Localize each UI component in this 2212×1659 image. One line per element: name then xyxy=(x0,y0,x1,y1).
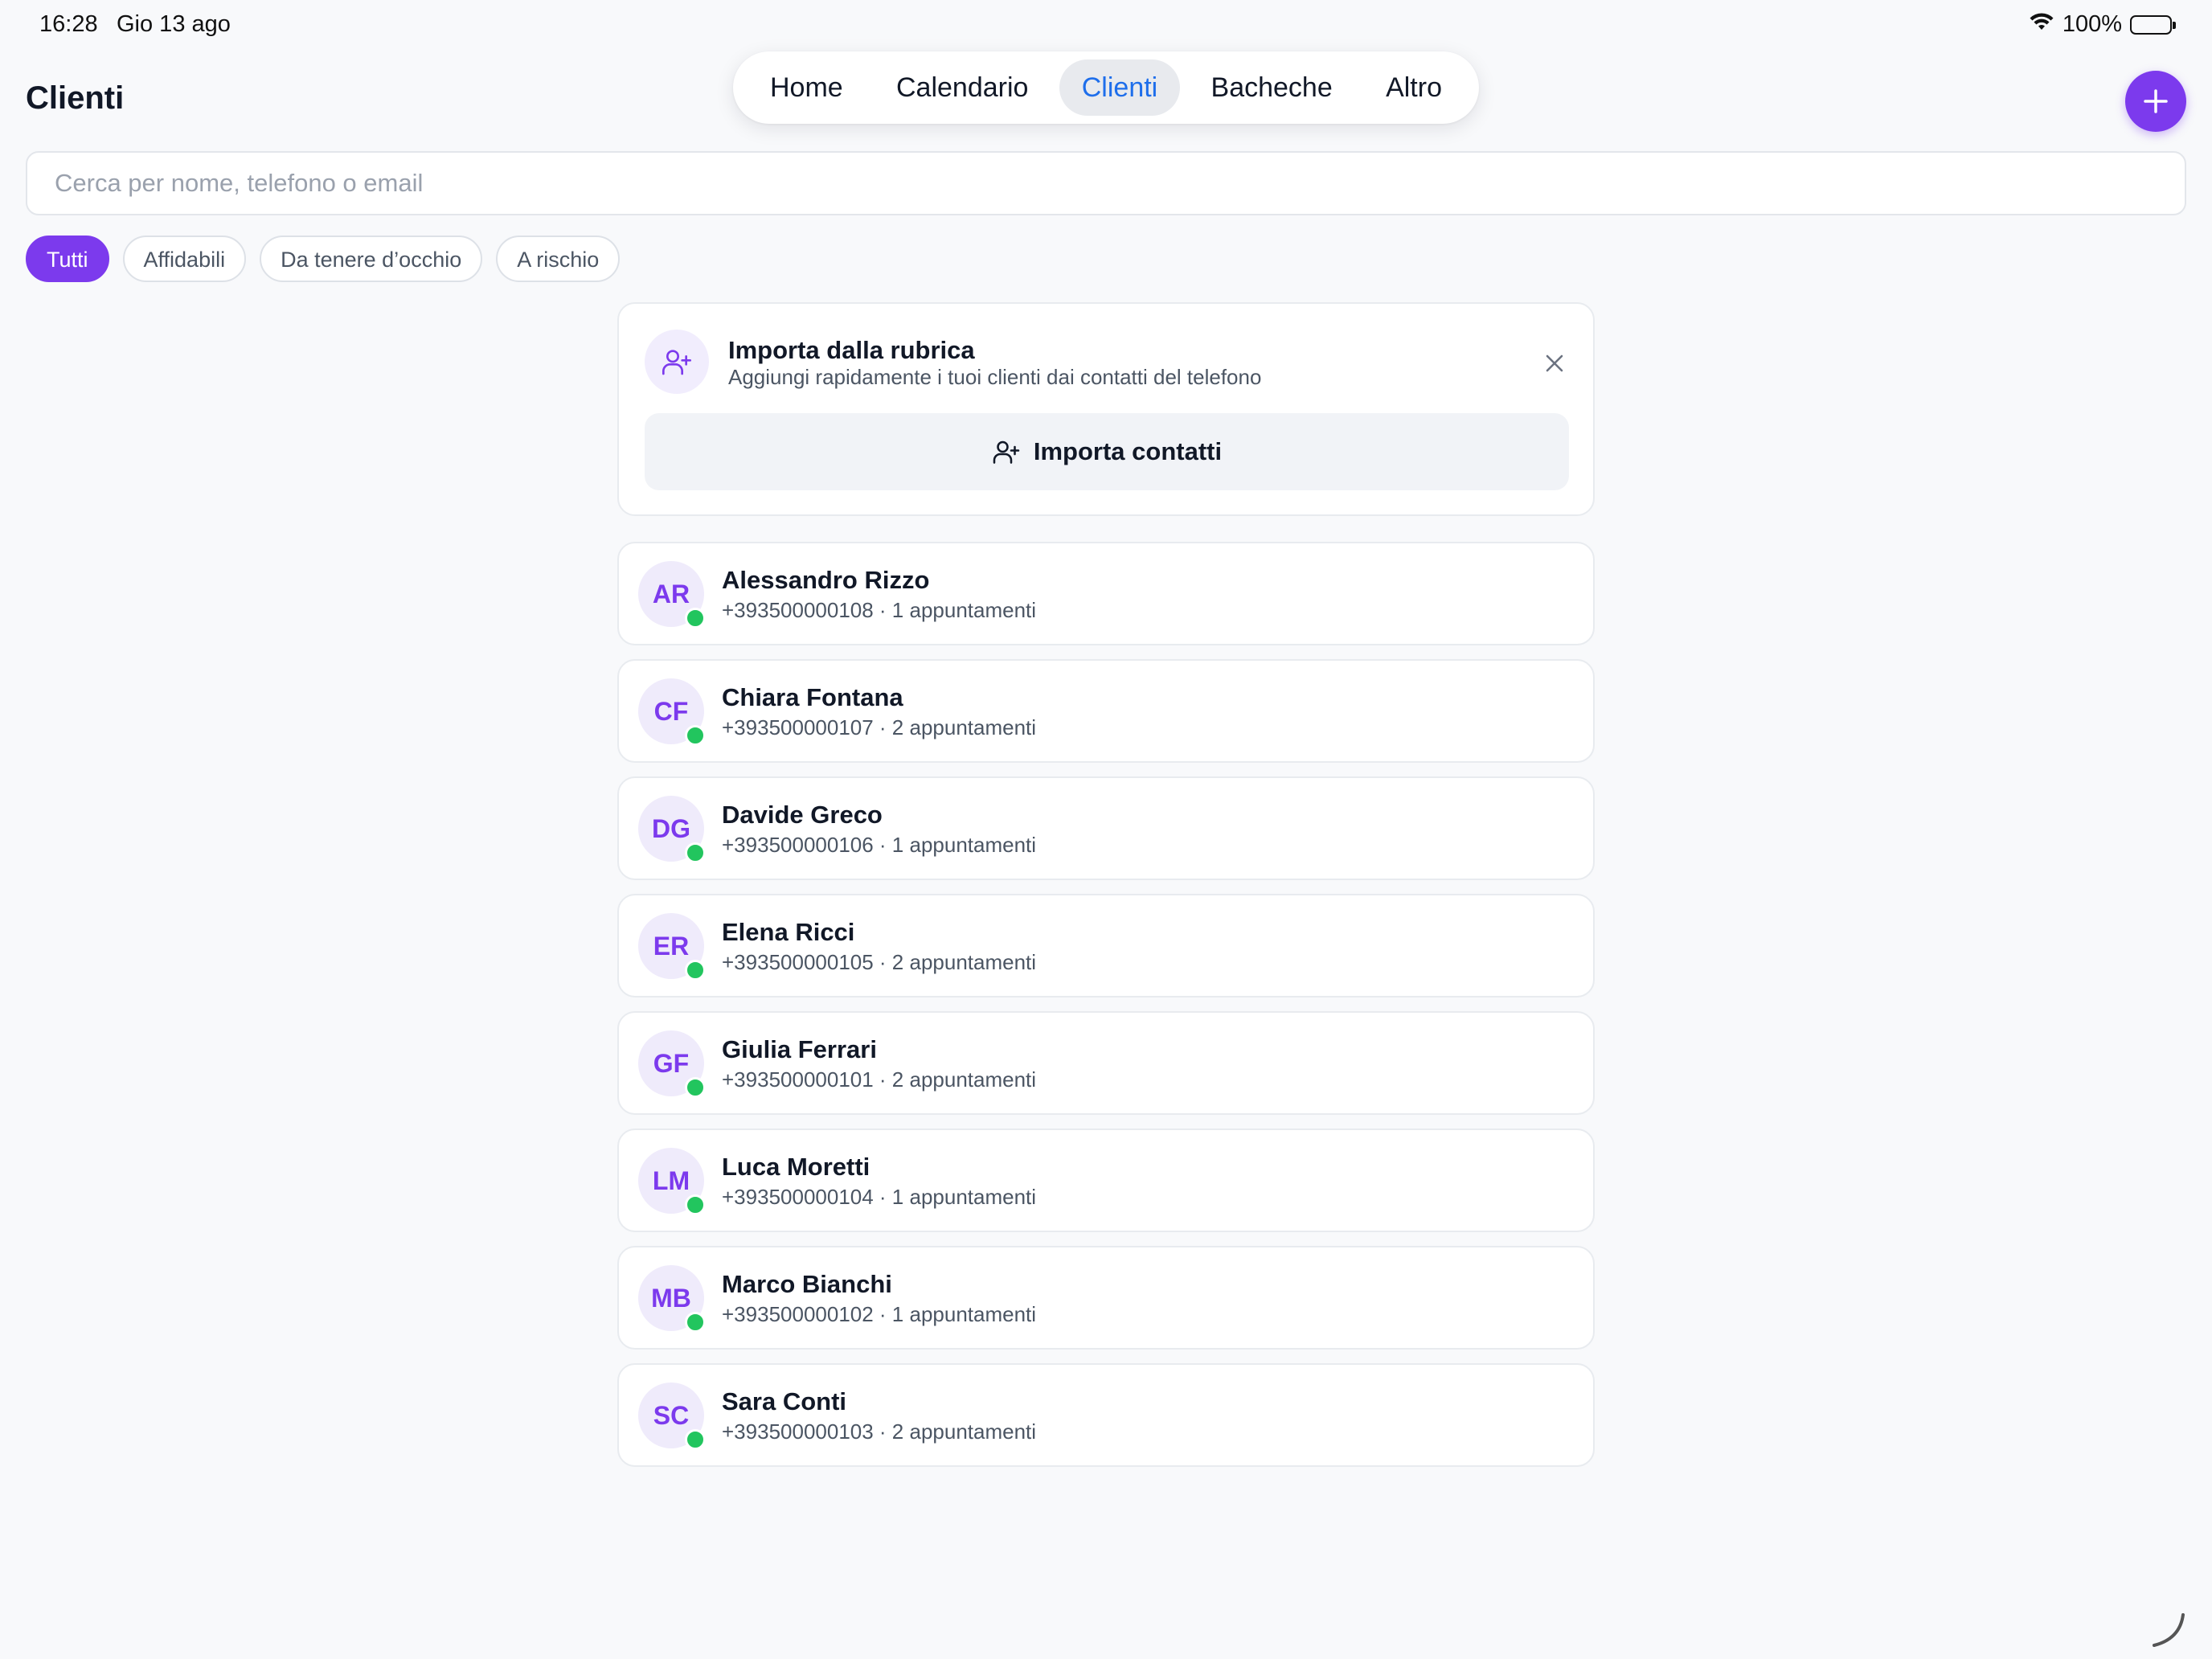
tab-home[interactable]: Home xyxy=(748,59,866,116)
avatar: LM xyxy=(638,1148,706,1215)
client-name: Chiara Fontana xyxy=(722,683,903,711)
resize-corner-indicator xyxy=(2148,1610,2188,1654)
avatar: DG xyxy=(638,796,706,863)
online-status-dot xyxy=(685,1312,706,1333)
close-icon xyxy=(1546,354,1563,372)
tab-altro[interactable]: Altro xyxy=(1363,59,1464,116)
client-name: Marco Bianchi xyxy=(722,1270,892,1298)
close-import-card-button[interactable] xyxy=(1540,349,1569,378)
client-meta: +393500000107 · 2 appuntamenti xyxy=(722,715,1037,739)
tab-calendario[interactable]: Calendario xyxy=(874,59,1051,116)
filter-da-tenere-d-occhio[interactable]: Da tenere d’occhio xyxy=(260,236,483,282)
client-row-davide-greco[interactable]: DG Davide Greco +393500000106 · 1 appunt… xyxy=(617,776,1595,880)
online-status-dot xyxy=(685,1077,706,1098)
import-contacts-button[interactable]: Importa contatti xyxy=(645,413,1569,490)
battery-icon xyxy=(2130,14,2176,35)
online-status-dot xyxy=(685,1429,706,1450)
wifi-icon xyxy=(2029,11,2054,38)
user-plus-icon xyxy=(662,350,691,375)
client-meta: +393500000101 · 2 appuntamenti xyxy=(722,1067,1037,1092)
client-row-sara-conti[interactable]: SC Sara Conti +393500000103 · 2 appuntam… xyxy=(617,1363,1595,1467)
client-meta: +393500000105 · 2 appuntamenti xyxy=(722,950,1037,974)
client-row-marco-bianchi[interactable]: MB Marco Bianchi +393500000102 · 1 appun… xyxy=(617,1246,1595,1350)
tab-clienti[interactable]: Clienti xyxy=(1059,59,1181,116)
client-name: Sara Conti xyxy=(722,1387,847,1415)
avatar: MB xyxy=(638,1265,706,1333)
avatar: GF xyxy=(638,1030,706,1098)
user-plus-icon xyxy=(993,440,1020,464)
import-icon-badge xyxy=(645,330,709,394)
avatar: AR xyxy=(638,561,706,629)
client-name: Davide Greco xyxy=(722,801,883,829)
online-status-dot xyxy=(685,608,706,629)
client-meta: +393500000102 · 1 appuntamenti xyxy=(722,1302,1037,1326)
avatar: ER xyxy=(638,913,706,981)
tab-bacheche[interactable]: Bacheche xyxy=(1189,59,1355,116)
client-name: Alessandro Rizzo xyxy=(722,566,930,594)
client-row-elena-ricci[interactable]: ER Elena Ricci +393500000105 · 2 appunta… xyxy=(617,894,1595,997)
client-name: Luca Moretti xyxy=(722,1153,870,1181)
add-client-button[interactable] xyxy=(2125,71,2186,132)
plus-icon xyxy=(2144,89,2168,113)
client-row-alessandro-rizzo[interactable]: AR Alessandro Rizzo +393500000108 · 1 ap… xyxy=(617,542,1595,645)
status-date: Gio 13 ago xyxy=(117,11,231,37)
online-status-dot xyxy=(685,1194,706,1215)
filter-tutti[interactable]: Tutti xyxy=(26,236,109,282)
client-name: Giulia Ferrari xyxy=(722,1035,877,1063)
import-card: Importa dalla rubrica Aggiungi rapidamen… xyxy=(617,302,1595,516)
filter-affidabili[interactable]: Affidabili xyxy=(122,236,247,282)
avatar: SC xyxy=(638,1382,706,1450)
client-row-giulia-ferrari[interactable]: GF Giulia Ferrari +393500000101 · 2 appu… xyxy=(617,1011,1595,1115)
online-status-dot xyxy=(685,725,706,746)
import-card-subtitle: Aggiungi rapidamente i tuoi clienti dai … xyxy=(728,365,1262,389)
filter-a-rischio[interactable]: A rischio xyxy=(496,236,621,282)
client-row-chiara-fontana[interactable]: CF Chiara Fontana +393500000107 · 2 appu… xyxy=(617,659,1595,763)
import-contacts-label: Importa contatti xyxy=(1033,437,1223,465)
tab-bar: Home Calendario Clienti Bacheche Altro xyxy=(733,51,1479,124)
online-status-dot xyxy=(685,842,706,863)
client-meta: +393500000103 · 2 appuntamenti xyxy=(722,1419,1037,1444)
client-list: AR Alessandro Rizzo +393500000108 · 1 ap… xyxy=(617,542,1595,1467)
import-card-title: Importa dalla rubrica xyxy=(728,336,975,364)
battery-percentage: 100% xyxy=(2062,11,2122,37)
client-meta: +393500000104 · 1 appuntamenti xyxy=(722,1185,1037,1209)
client-meta: +393500000108 · 1 appuntamenti xyxy=(722,598,1037,622)
status-time: 16:28 xyxy=(39,11,98,37)
page-title: Clienti xyxy=(26,80,125,116)
search-box xyxy=(26,151,2186,215)
client-name: Elena Ricci xyxy=(722,918,855,946)
search-input[interactable] xyxy=(53,168,2159,199)
online-status-dot xyxy=(685,960,706,981)
filter-chips: Tutti Affidabili Da tenere d’occhio A ri… xyxy=(26,236,621,282)
status-indicators: 100% xyxy=(2029,11,2176,38)
client-meta: +393500000106 · 1 appuntamenti xyxy=(722,833,1037,857)
avatar: CF xyxy=(638,678,706,746)
client-row-luca-moretti[interactable]: LM Luca Moretti +393500000104 · 1 appunt… xyxy=(617,1129,1595,1232)
